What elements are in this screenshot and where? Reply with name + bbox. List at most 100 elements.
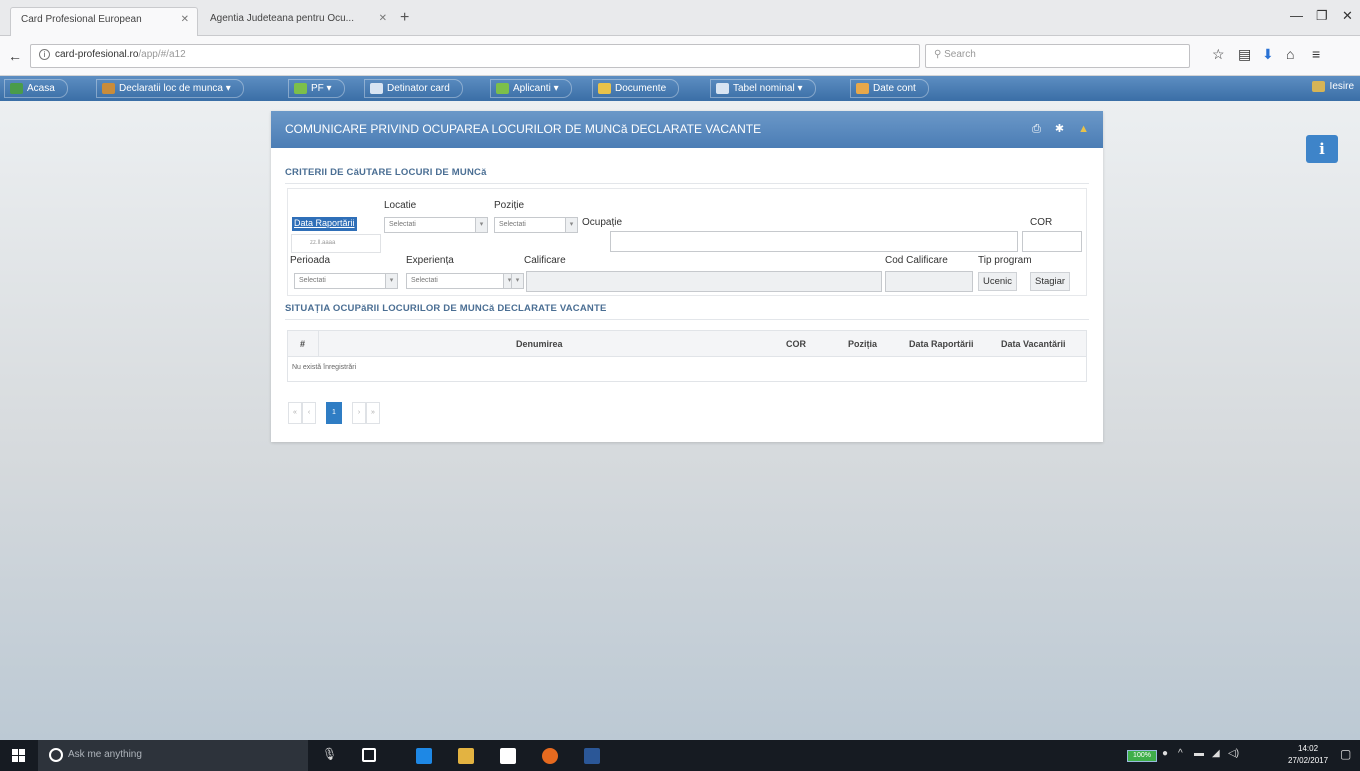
documents-icon [598,83,611,94]
col-header-denumirea[interactable]: Denumirea [516,339,563,349]
ocupatie-input[interactable] [610,231,1018,252]
new-tab-icon[interactable]: + [400,9,409,27]
home-icon[interactable]: ⌂ [1286,46,1294,62]
tip-program-label: Tip program [978,255,1032,266]
card-icon [370,83,383,94]
menu-item-detinator-card[interactable]: Detinator card [364,79,463,98]
browser-tab[interactable]: Agentia Judeteana pentru Ocu... ✕ [200,7,395,36]
volume-icon[interactable]: ◁) [1228,748,1239,759]
address-bar[interactable]: icard-profesional.ro/app/#/a12 ↻ [30,44,937,68]
info-button[interactable]: i [1306,135,1338,163]
windows-start-icon[interactable] [12,749,25,762]
vacancy-panel: COMUNICARE PRIVIND OCUPAREA LOCURILOR DE… [271,111,1103,442]
chevron-down-icon: ▾ [565,218,577,232]
lock-icon[interactable]: ▲ [1078,123,1089,135]
calificare-input[interactable] [526,271,882,292]
perioada-select[interactable]: Selectati ▾ [294,273,398,289]
close-icon[interactable]: ✕ [181,14,189,25]
cor-input[interactable] [1022,231,1082,252]
download-icon[interactable]: ⬇ [1262,46,1274,63]
logout-link[interactable]: Iesire [1311,81,1354,92]
panel-title: COMUNICARE PRIVIND OCUPAREA LOCURILOR DE… [285,122,762,136]
select-value: Selectati [299,277,326,284]
maximize-icon[interactable]: ❐ [1316,8,1328,24]
bookmark-star-icon[interactable]: ☆ [1212,46,1225,63]
back-arrow-icon[interactable]: ← [8,48,22,64]
data-raportarii-field[interactable]: Data Raportării [292,217,357,231]
gear-icon[interactable]: ✱ [1055,123,1064,135]
chevron-up-icon[interactable]: ^ [1178,748,1183,759]
store-icon[interactable] [500,748,516,764]
menu-item-documente[interactable]: Documente [592,79,680,98]
panel-header: COMUNICARE PRIVIND OCUPAREA LOCURILOR DE… [271,111,1103,148]
browser-tab-bar: Card Profesional European ✕ Agentia Jude… [0,0,1360,36]
last-page-button[interactable]: » [366,402,380,424]
window-close-icon[interactable]: ✕ [1342,8,1353,24]
cortana-placeholder: Ask me anything [68,749,142,760]
menu-item-pf[interactable]: PF ▾ [288,79,345,98]
microphone-icon[interactable]: 🎙 [322,747,337,761]
ucenic-button[interactable]: Ucenic [978,272,1018,291]
date-input[interactable]: zz.ll.aaaa [291,234,381,253]
menu-label: Tabel nominal ▾ [733,83,803,94]
menu-item-acasa[interactable]: Acasa [4,79,68,98]
location-icon[interactable]: ● [1162,748,1168,759]
menu-item-declaratii[interactable]: Declaratii loc de munca ▾ [96,79,244,98]
divider [285,183,1089,184]
col-header-data-vacantarii[interactable]: Data Vacantării [1001,339,1066,349]
site-info-icon[interactable]: i [39,49,50,60]
menu-label: Date cont [873,83,916,94]
users-icon [496,83,509,94]
menu-label: Detinator card [387,83,450,94]
task-view-icon[interactable] [362,748,376,762]
experienta-select[interactable]: Selectati ▾ [406,273,516,289]
select-value: Selectati [389,221,416,228]
browser-search-input[interactable]: ⚲ Search [925,44,1190,68]
battery-icon[interactable]: ▬ [1194,748,1204,759]
col-header-index[interactable]: # [300,339,305,349]
library-icon[interactable]: ▤ [1238,46,1251,63]
stagiar-button[interactable]: Stagiar [1030,272,1071,291]
menu-label: PF ▾ [311,83,332,94]
word-icon[interactable] [584,748,600,764]
locatie-select[interactable]: Selectati ▾ [384,217,488,233]
criteria-title: CRITERII DE CăUTARE LOCURI DE MUNCă [285,167,487,178]
notifications-icon[interactable]: ▢ [1340,747,1351,761]
menu-item-tabel-nominal[interactable]: Tabel nominal ▾ [710,79,816,98]
table-header: # Denumirea COR Poziția Data Raportării … [288,331,1086,357]
next-page-button[interactable]: › [352,402,366,424]
menu-item-date-cont[interactable]: Date cont [850,79,929,98]
chevron-down-icon: ▾ [475,218,487,232]
edge-browser-icon[interactable] [416,748,432,764]
search-icon: ⚲ [934,49,945,60]
col-header-data-raportarii[interactable]: Data Raportării [909,339,974,349]
folder-icon [102,83,115,94]
menu-label: Declaratii loc de munca ▾ [119,83,231,94]
prev-page-button[interactable]: ‹ [302,402,316,424]
home-icon [10,83,23,94]
minimize-icon[interactable]: — [1290,8,1303,23]
page-1-button[interactable]: 1 [326,402,342,424]
results-title: SITUAȚIA OCUPăRII LOCURILOR DE MUNCă DEC… [285,303,607,314]
file-explorer-icon[interactable] [458,748,474,764]
pozitie-select[interactable]: Selectati ▾ [494,217,578,233]
cortana-search-input[interactable]: Ask me anything [38,740,308,771]
system-clock[interactable]: 14:02 27/02/2017 [1288,743,1328,767]
battery-indicator[interactable]: 100% [1127,750,1157,762]
browser-tab[interactable]: Card Profesional European ✕ [10,7,198,36]
print-icon[interactable]: ⎙ [1032,123,1041,135]
cod-calificare-label: Cod Calificare [885,255,948,266]
calificare-dropdown[interactable]: ▾ [511,273,524,289]
close-icon[interactable]: ✕ [379,13,387,24]
cod-calificare-input[interactable] [885,271,973,292]
first-page-button[interactable]: « [288,402,302,424]
firefox-icon[interactable] [542,748,558,764]
col-header-pozitia[interactable]: Poziția [848,339,877,349]
hamburger-menu-icon[interactable]: ≡ [1312,46,1320,62]
network-icon[interactable]: ◢ [1212,748,1220,759]
menu-item-aplicanti[interactable]: Aplicanti ▾ [490,79,572,98]
col-header-cor[interactable]: COR [786,339,806,349]
clock-time: 14:02 [1298,744,1319,753]
cortana-icon [49,748,63,762]
experienta-label: Experiența [406,255,454,266]
